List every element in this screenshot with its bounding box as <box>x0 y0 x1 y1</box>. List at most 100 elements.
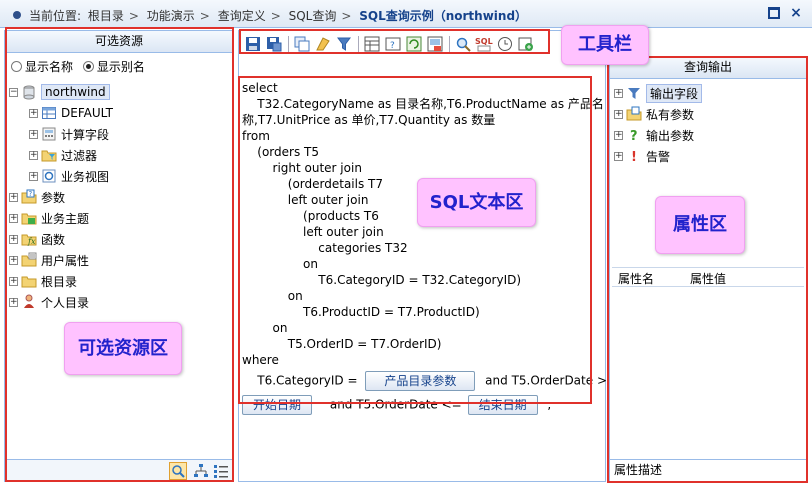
radio-show-name[interactable]: 显示名称 <box>11 58 73 75</box>
expand-icon[interactable]: + <box>9 213 18 223</box>
breadcrumb-separator: > <box>199 9 210 23</box>
radio-show-alias[interactable]: 显示别名 <box>82 58 145 75</box>
param-start-date-button[interactable]: 开始日期 <box>242 395 313 415</box>
tree-node-root-dir[interactable]: + 根目录 <box>9 271 77 291</box>
tree-node-default[interactable]: + DEFAULT <box>29 103 113 123</box>
param-category-button[interactable]: 产品目录参数 <box>365 371 476 391</box>
expand-icon[interactable]: + <box>9 192 18 202</box>
sql-text-area[interactable]: select T32.CategoryName as 目录名称,T6.Produ… <box>242 80 617 415</box>
tree-node-user-attrs[interactable]: + 用户属性 <box>9 250 89 270</box>
private-params-icon <box>626 106 642 122</box>
annotation-sql-area: SQL文本区 <box>417 178 536 227</box>
tree-label-personal-dir: 个人目录 <box>41 295 90 310</box>
tree-label-filter: 过滤器 <box>61 148 98 163</box>
settings-icon[interactable] <box>517 35 535 53</box>
filter-folder-icon <box>41 147 57 163</box>
svg-text:?: ? <box>630 129 638 143</box>
toolbar-separator <box>449 36 450 52</box>
tree-node-calc-field[interactable]: + 计算字段 <box>29 124 109 144</box>
breadcrumb-item-demo[interactable]: 功能演示 <box>147 9 195 23</box>
expand-icon[interactable]: + <box>29 171 38 181</box>
expand-icon[interactable]: + <box>614 109 623 119</box>
tree-node-alerts[interactable]: + ! 告警 <box>614 146 670 166</box>
breadcrumb-bar: 当前位置: 根目录 > 功能演示 > 查询定义 > SQL查询 > SQL查询示例（no… <box>0 0 812 28</box>
param-folder-icon: ? <box>21 189 37 205</box>
tree-label-private-params: 私有参数 <box>646 107 695 122</box>
breadcrumb-item-root[interactable]: 根目录 <box>88 9 124 23</box>
svg-text:?: ? <box>29 190 33 198</box>
expand-icon[interactable]: + <box>29 108 38 118</box>
tree-label-calc-field: 计算字段 <box>61 127 110 142</box>
annotation-toolbar: 工具栏 <box>561 25 649 65</box>
breadcrumb-prefix: 当前位置: <box>29 9 82 23</box>
breadcrumb-separator: > <box>341 9 352 23</box>
collapse-icon[interactable]: − <box>9 87 18 97</box>
expand-icon[interactable]: + <box>9 255 18 265</box>
close-icon[interactable]: × <box>790 6 802 20</box>
expand-icon[interactable]: + <box>29 150 38 160</box>
breadcrumb-item-sql-query[interactable]: SQL查询 <box>289 9 337 23</box>
param-icon[interactable]: ? <box>384 35 402 53</box>
preview-icon[interactable] <box>426 35 444 53</box>
list-view-icon[interactable] <box>213 463 229 479</box>
sql-icon[interactable]: SQL <box>475 35 493 53</box>
sql-line: T32.CategoryName as 目录名称,T6.ProductName … <box>242 97 604 111</box>
tree-node-business-view[interactable]: + 业务视图 <box>29 166 109 186</box>
radio-dot-selected[interactable] <box>82 61 94 72</box>
expand-icon[interactable]: + <box>614 130 623 140</box>
tree-label-root-dir: 根目录 <box>41 274 78 289</box>
sql-line: T6.ProductID = T7.ProductID) <box>242 305 480 319</box>
tree-label-business-view: 业务视图 <box>61 169 110 184</box>
svg-text:!: ! <box>631 150 637 164</box>
tree-node-params[interactable]: + ? 参数 <box>9 187 65 207</box>
annotation-resource-area: 可选资源区 <box>64 322 182 375</box>
expand-icon[interactable]: + <box>9 234 18 244</box>
expand-icon[interactable]: + <box>614 88 623 98</box>
sql-where-1-prefix: T6.CategoryID = <box>242 373 358 388</box>
folder-icon <box>21 273 37 289</box>
sql-where-2-mid: and T5.OrderDate <= <box>329 397 462 412</box>
tree-node-personal-dir[interactable]: + 个人目录 <box>9 292 89 312</box>
breadcrumb-item-query-def[interactable]: 查询定义 <box>218 9 266 23</box>
tree-node-private-params[interactable]: + 私有参数 <box>614 104 694 124</box>
tree-node-business-topic[interactable]: + 业务主题 <box>9 208 89 228</box>
radio-show-name-label: 显示名称 <box>25 60 74 74</box>
breadcrumb-separator: > <box>128 9 139 23</box>
save-as-icon[interactable] <box>265 35 283 53</box>
param-end-date-button[interactable]: 结束日期 <box>467 395 538 415</box>
maximize-icon[interactable] <box>768 7 780 19</box>
tree-label-functions: 函数 <box>41 232 66 247</box>
breadcrumb: 当前位置: 根目录 > 功能演示 > 查询定义 > SQL查询 > SQL查询示例（no… <box>29 7 530 24</box>
tree-node-output-params[interactable]: + ? 输出参数 <box>614 125 694 145</box>
toolbar: ? SQL <box>240 32 550 56</box>
expand-icon[interactable]: + <box>29 129 38 139</box>
search-icon[interactable] <box>454 35 472 53</box>
sql-line: from <box>242 129 270 143</box>
tree-node-output-fields[interactable]: + 输出字段 <box>614 83 703 103</box>
resource-panel-title: 可选资源 <box>5 31 233 53</box>
expand-icon[interactable]: + <box>9 276 18 286</box>
toolbar-separator <box>288 36 289 52</box>
tree-node-functions[interactable]: + fx 函数 <box>9 229 65 249</box>
tree-node-filter[interactable]: + 过滤器 <box>29 145 97 165</box>
breadcrumb-current: SQL查询示例（northwind） <box>359 9 528 23</box>
refresh-icon[interactable] <box>405 35 423 53</box>
tree-label-user-attrs: 用户属性 <box>41 253 90 268</box>
sql-where-line-2: 开始日期 and T5.OrderDate <= 结束日期 ; <box>242 395 594 415</box>
svg-text:fx: fx <box>27 237 36 246</box>
sql-line: on <box>242 257 318 271</box>
expand-icon[interactable]: + <box>9 297 18 307</box>
table-icon[interactable] <box>363 35 381 53</box>
tree-view-icon[interactable] <box>193 463 209 479</box>
sql-where-2-end: ; <box>547 397 552 412</box>
radio-dot[interactable] <box>11 61 22 72</box>
clock-icon[interactable] <box>496 35 514 53</box>
sql-line: 称,T7.UnitPrice as 单价,T7.Quantity as 数量 <box>242 113 496 127</box>
filter-icon[interactable] <box>335 35 353 53</box>
expand-icon[interactable]: + <box>614 151 623 161</box>
tree-node-northwind[interactable]: − northwind <box>9 82 110 102</box>
clear-icon[interactable] <box>314 35 332 53</box>
save-icon[interactable] <box>244 35 262 53</box>
search-icon[interactable] <box>169 462 187 480</box>
copy-icon[interactable] <box>293 35 311 53</box>
